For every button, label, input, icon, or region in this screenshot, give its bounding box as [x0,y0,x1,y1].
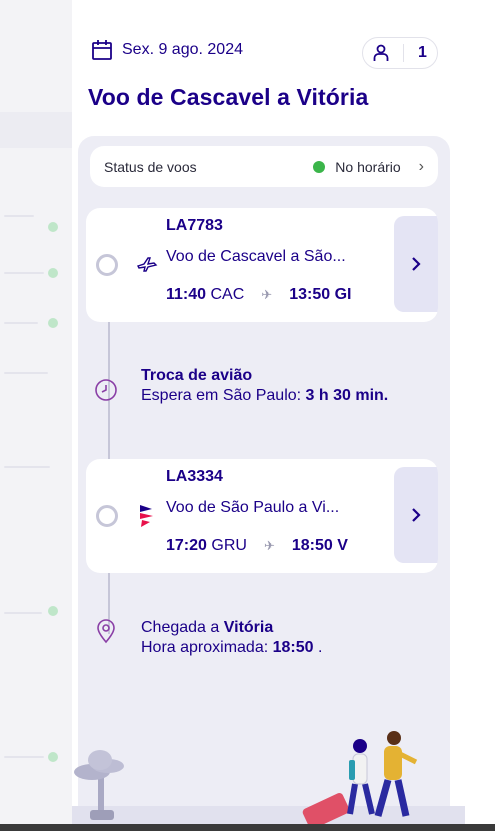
wait-label: Espera em São Paulo: [141,387,302,404]
wait-value: 3 h 30 min. [305,387,389,404]
blurred-line [4,756,44,758]
chevron-right-icon [412,257,421,271]
blurred-dot [48,268,58,278]
blurred-line [4,466,50,468]
clock-icon [95,379,117,401]
arrival-time: 13:50 [289,286,331,303]
person-icon [373,44,389,61]
status-dot-icon [313,160,326,173]
flight-details-button[interactable] [394,216,438,312]
blurred-line [4,322,38,324]
passenger-count-chip[interactable]: 1 [362,37,438,69]
eta-label: Hora aproximada: [141,639,269,656]
flight-card[interactable]: LA7783 Voo de Cascavel a São... 11:40 CA… [86,208,438,322]
text-fade [368,278,394,308]
flight-card[interactable]: LA3334 Voo de São Paulo a Vi... 17:20 GR… [86,459,438,573]
status-value: No horário [335,158,401,175]
chevron-right-icon [412,508,421,522]
blurred-dot [48,222,58,232]
arrival-line: Chegada a Vitória [141,618,322,638]
status-label: Status de voos [104,158,197,175]
eta-suffix: . [318,639,323,656]
airplane-outline-icon [137,257,158,272]
connection-title: Troca de avião [141,367,253,384]
timeline-node [96,505,118,527]
blurred-dot [48,606,58,616]
arrival-text: Chegada a Vitória Hora aproximada: 18:50… [141,618,322,658]
arrival-code: GI [334,286,352,303]
chevron-right-icon: › [418,157,424,175]
departure-code: GRU [211,537,247,554]
right-margin [465,0,495,824]
flight-number: LA7783 [166,217,223,234]
passenger-count: 1 [418,44,427,61]
departure-time: 11:40 [166,286,207,303]
blurred-row [0,112,72,148]
trip-date: Sex. 9 ago. 2024 [122,41,243,58]
flight-status-card[interactable]: Status de voos No horário › [90,146,438,187]
arrival-label: Chegada a [141,619,220,636]
page-title: Voo de Cascavel a Vitória [88,84,369,110]
date-row: Sex. 9 ago. 2024 [90,38,243,62]
connection-wait: Espera em São Paulo: 3 h 30 min. [141,386,388,406]
chip-divider [403,44,405,62]
flight-times: 11:40 CAC ✈ 13:50 GI [166,286,351,304]
departure-code: CAC [210,286,245,303]
blurred-line [4,612,42,614]
flight-number: LA3334 [166,468,223,485]
eta-value: 18:50 [272,639,314,656]
flight-times: 17:20 GRU ✈ 18:50 V [166,537,348,555]
arrival-city: Vitória [223,619,274,636]
bottom-edge-bar [0,824,495,831]
blurred-line [4,372,48,374]
blurred-line [4,215,34,217]
blurred-line [4,272,44,274]
flight-details-button[interactable] [394,467,438,563]
timeline-node [96,254,118,276]
travelers-illustration [72,731,465,824]
arrival-eta: Hora aproximada: 18:50 . [141,638,322,658]
background-blurred-panel [0,0,72,824]
traveler-illustration [347,739,375,815]
arrival-time: 18:50 [291,537,333,554]
flight-details-panel: Sex. 9 ago. 2024 1 Voo de Cascavel a Vit… [72,0,465,824]
flight-description: Voo de São Paulo a Vi... [166,499,340,516]
blurred-dot [48,318,58,328]
calendar-icon [92,40,112,60]
text-fade [368,529,394,559]
plane-small-icon: ✈ [263,538,275,553]
arrival-code: V [337,537,348,554]
traveler-illustration [374,731,418,817]
plane-small-icon: ✈ [261,287,273,302]
flight-description: Voo de Cascavel a São... [166,248,346,265]
location-pin-icon [97,619,115,644]
latam-logo-icon [140,505,153,527]
blurred-dot [48,752,58,762]
departure-time: 17:20 [166,537,207,554]
connection-text: Troca de avião Espera em São Paulo: 3 h … [141,366,388,406]
